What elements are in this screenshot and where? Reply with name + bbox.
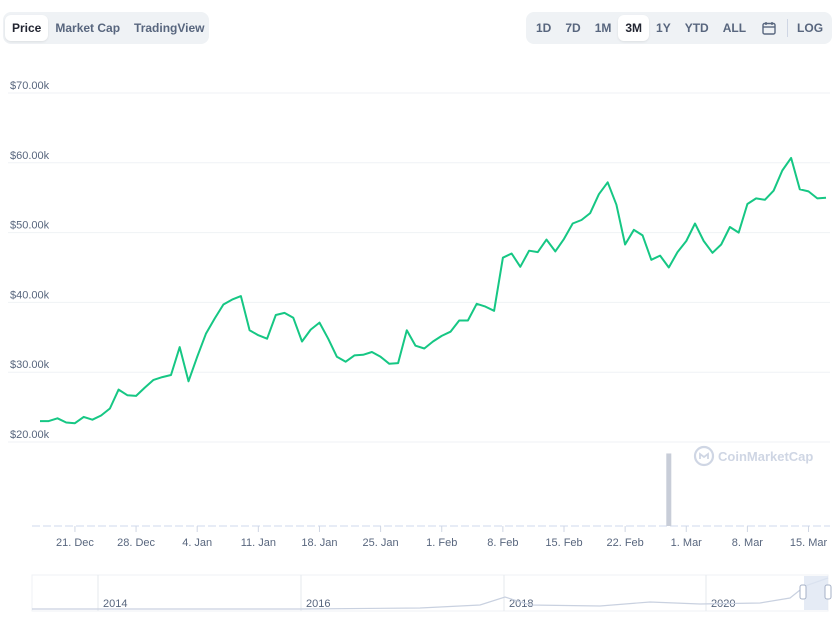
y-tick-label: $50.00k [10, 220, 50, 232]
x-tick-label: 15. Feb [545, 537, 582, 549]
x-tick-label: 28. Dec [117, 537, 155, 549]
navigator-frame [31, 574, 829, 612]
x-tick-label: 22. Feb [606, 537, 643, 549]
x-tick-label: 15. Mar [790, 537, 828, 549]
price-series [40, 156, 827, 425]
y-tick-label: $60.00k [10, 150, 50, 162]
x-tick-label: 4. Jan [182, 537, 212, 549]
y-tick-label: $70.00k [10, 80, 50, 92]
watermark: CoinMarketCap [693, 445, 813, 467]
y-tick-label: $40.00k [10, 289, 50, 301]
x-tick-label: 18. Jan [301, 537, 337, 549]
range-navigator[interactable]: 2014 2016 2018 2020 [31, 574, 832, 612]
x-tick-label: 21. Dec [56, 537, 94, 549]
navigator-handle[interactable] [824, 584, 832, 600]
price-line [40, 156, 827, 425]
y-axis: $70.00k $60.00k $50.00k $40.00k $30.00k $20.0… [10, 80, 50, 441]
y-tick-label: $20.00k [10, 429, 50, 441]
x-tick-label: 1. Feb [426, 537, 457, 549]
volume-bar [666, 453, 672, 526]
x-tick-label: 8. Mar [732, 537, 764, 549]
coinmarketcap-logo-mark [699, 452, 709, 459]
x-tick-label: 1. Mar [671, 537, 703, 549]
x-tick-label: 8. Feb [487, 537, 518, 549]
navigator-year-label: 2014 [103, 598, 127, 610]
x-tick-label: 11. Jan [241, 537, 276, 549]
y-tick-label: $30.00k [10, 359, 50, 371]
x-axis: 21. Dec 28. Dec 4. Jan 11. Jan 18. Jan 25. Ja… [56, 526, 828, 549]
navigator-selection[interactable] [804, 576, 828, 610]
price-chart: $70.00k $60.00k $50.00k $40.00k $30.00k $20.0… [8, 80, 832, 612]
navigator-handle[interactable] [799, 584, 807, 600]
watermark-text: CoinMarketCap [718, 449, 813, 464]
x-tick-label: 25. Jan [363, 537, 399, 549]
volume-bars [32, 453, 830, 527]
grid-lines [8, 92, 830, 443]
